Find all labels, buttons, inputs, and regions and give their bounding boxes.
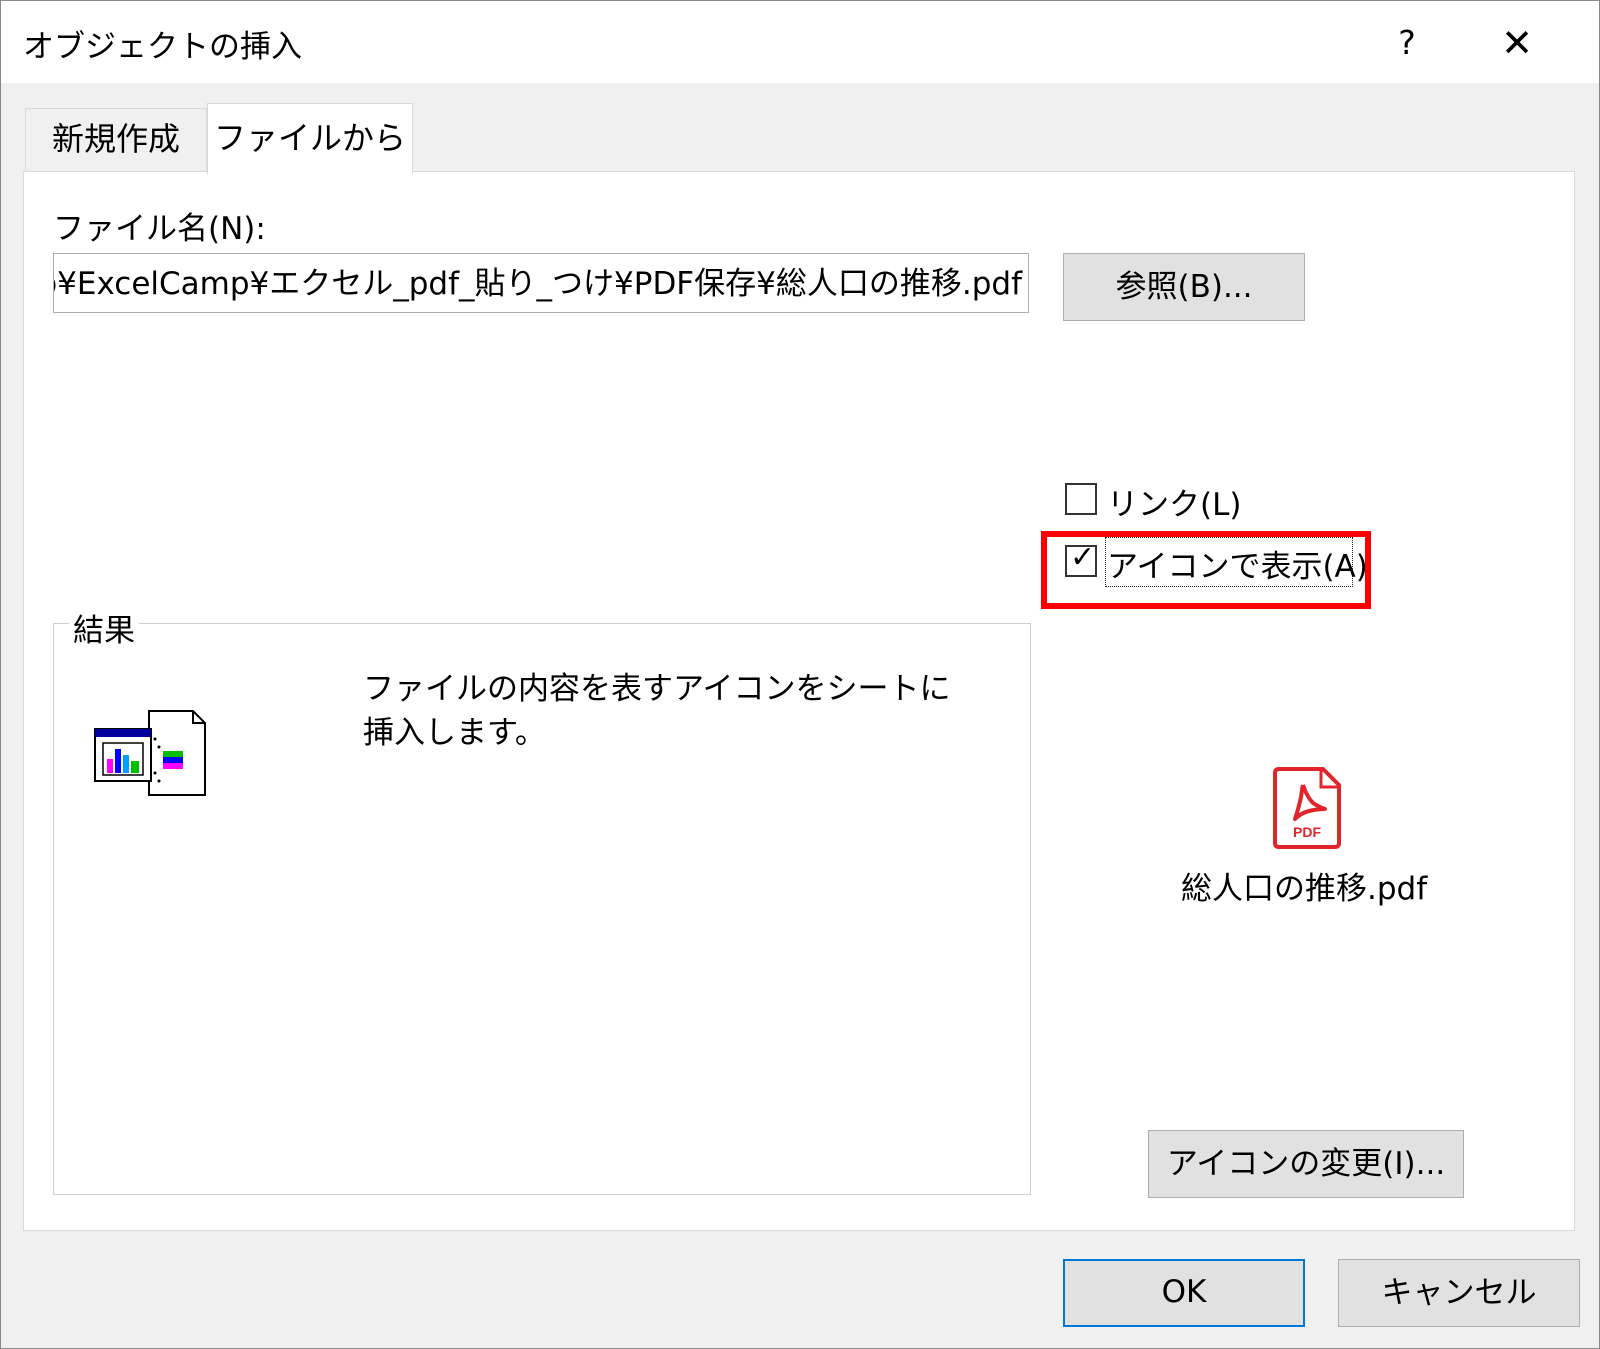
change-icon-button[interactable]: アイコンの変更(I)... bbox=[1148, 1130, 1464, 1198]
tab-from-file[interactable]: ファイルから bbox=[207, 103, 413, 174]
highlight-annotation bbox=[1041, 531, 1371, 609]
result-legend: 結果 bbox=[69, 605, 139, 650]
tab-create-new[interactable]: 新規作成 bbox=[25, 108, 207, 171]
file-name-input[interactable]: op¥ExcelCamp¥エクセル_pdf_貼り_つけ¥PDF保存¥総人口の推移… bbox=[53, 253, 1029, 313]
icon-file-name: 総人口の推移.pdf bbox=[1181, 871, 1428, 907]
browse-button[interactable]: 参照(B)... bbox=[1063, 253, 1305, 321]
close-button[interactable]: ✕ bbox=[1481, 17, 1553, 69]
title-bar: オブジェクトの挿入 ? ✕ bbox=[1, 1, 1599, 83]
result-insert-icon bbox=[94, 710, 206, 796]
pdf-badge-text: PDF bbox=[1293, 824, 1321, 840]
link-checkbox[interactable] bbox=[1065, 483, 1097, 515]
cancel-button[interactable]: キャンセル bbox=[1338, 1259, 1580, 1327]
link-label: リンク(L) bbox=[1107, 487, 1242, 523]
pdf-file-icon: PDF bbox=[1273, 767, 1341, 849]
help-button[interactable]: ? bbox=[1377, 17, 1437, 69]
dialog-title: オブジェクトの挿入 bbox=[23, 29, 302, 65]
result-description: ファイルの内容を表すアイコンをシートに挿入します。 bbox=[363, 671, 951, 751]
file-name-label: ファイル名(N): bbox=[53, 211, 266, 247]
ok-button[interactable]: OK bbox=[1063, 1259, 1305, 1327]
insert-object-dialog: オブジェクトの挿入 ? ✕ 新規作成 ファイルから ファイル名(N): op¥E… bbox=[0, 0, 1600, 1349]
file-name-value: op¥ExcelCamp¥エクセル_pdf_貼り_つけ¥PDF保存¥総人口の推移… bbox=[53, 266, 1022, 302]
